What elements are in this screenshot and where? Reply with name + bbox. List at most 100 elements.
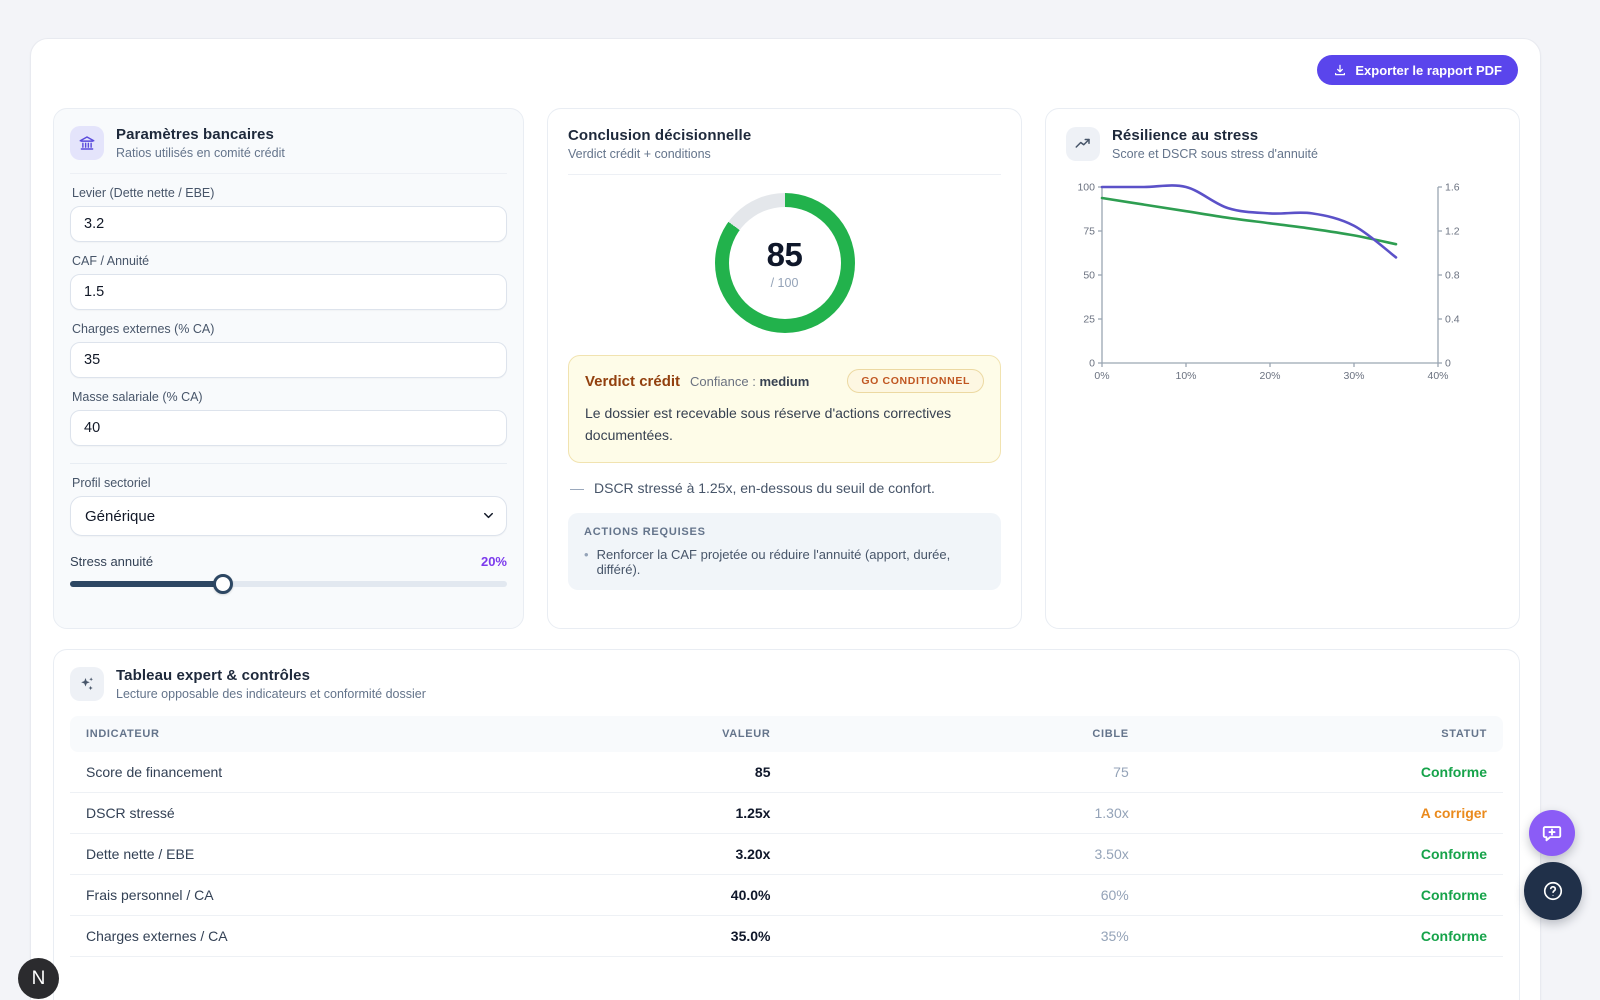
field-label-profil: Profil sectoriel: [72, 476, 151, 490]
verdict-status-badge: GO CONDITIONNEL: [847, 369, 984, 393]
table-cell: 35.0%: [700, 915, 787, 957]
x-tick-label: 30%: [1343, 370, 1364, 382]
table-cell: 3.20x: [700, 833, 787, 875]
panel-subtitle: Ratios utilisés en comité crédit: [116, 146, 285, 160]
panel-title: Paramètres bancaires: [116, 126, 274, 143]
resilience-chart: 0 25 50 75 100 0 0.4 0.8 1.2 1.6 0% 10% 20% 30% 40%: [1066, 175, 1499, 395]
panel-conclusion: Conclusion décisionnelle Verdict crédit …: [547, 108, 1022, 629]
slider-fill: [70, 581, 223, 587]
feedback-fab[interactable]: [1529, 810, 1575, 856]
bullet: •: [584, 546, 589, 562]
y-tick-label: 1.2: [1445, 226, 1460, 238]
brand-letter: N: [31, 967, 46, 989]
gauge-score: 85: [766, 236, 803, 273]
divider: [70, 173, 507, 174]
note-dash: —: [570, 479, 584, 496]
toolbar: Exporter le rapport PDF: [1317, 55, 1518, 85]
chat-plus-icon: [1542, 826, 1562, 842]
table-header-row: INDICATEUR VALEUR CIBLE STATUT: [70, 716, 1503, 752]
expert-table-card: Tableau expert & contrôles Lecture oppos…: [53, 649, 1520, 1000]
table-cell: Dette nette / EBE: [70, 833, 701, 875]
column-header: VALEUR: [700, 716, 787, 752]
panel-title: Conclusion décisionnelle: [568, 127, 752, 144]
table-cell: DSCR stressé: [70, 792, 701, 834]
series-dscr: [1100, 196, 1398, 246]
export-pdf-label: Exporter le rapport PDF: [1355, 62, 1502, 78]
table-title: Tableau expert & contrôles: [116, 667, 311, 684]
sector-profile-select[interactable]: Générique: [70, 496, 507, 536]
verdict-title: Verdict crédit: [585, 372, 681, 390]
panel-title: Résilience au stress: [1112, 127, 1259, 144]
help-fab[interactable]: [1524, 862, 1582, 920]
table-cell: Frais personnel / CA: [70, 874, 701, 916]
action-item: • Renforcer la CAF projetée ou réduire l…: [584, 547, 985, 577]
field-label-levier: Levier (Dette nette / EBE): [72, 186, 215, 200]
x-tick-label: 20%: [1259, 370, 1280, 382]
indicators-table: INDICATEUR VALEUR CIBLE STATUT Score de fin…: [70, 716, 1503, 957]
field-label-charges: Charges externes (% CA): [72, 322, 215, 336]
brand-logo[interactable]: N: [18, 958, 59, 999]
bank-icon: [70, 126, 104, 160]
table-cell: 85: [700, 752, 787, 793]
x-tick-label: 40%: [1427, 370, 1448, 382]
masse-salariale-input[interactable]: [70, 410, 507, 446]
actions-title: ACTIONS REQUISES: [584, 525, 706, 538]
trending-up-icon: [1066, 127, 1100, 161]
y-tick-label: 50: [1083, 270, 1095, 282]
divider: [70, 463, 507, 464]
panel-subtitle: Verdict crédit + conditions: [568, 147, 711, 161]
y-tick-label: 0.4: [1445, 314, 1460, 326]
table-cell: 40.0%: [700, 874, 787, 916]
gauge-denominator: / 100: [770, 276, 799, 290]
table-cell: 1.25x: [700, 792, 787, 834]
export-pdf-button[interactable]: Exporter le rapport PDF: [1317, 55, 1518, 85]
charges-externes-input[interactable]: [70, 342, 507, 378]
y-tick-label: 25: [1083, 314, 1095, 326]
table-cell: Charges externes / CA: [70, 915, 701, 957]
y-tick-label: 75: [1083, 226, 1095, 238]
y-tick-label: 100: [1077, 182, 1095, 194]
caf-annuite-input[interactable]: [70, 274, 507, 310]
panel-bank-params: Paramètres bancaires Ratios utilisés en …: [53, 108, 524, 629]
y-tick-label: 0: [1445, 358, 1451, 370]
levier-input[interactable]: [70, 206, 507, 242]
actions-box: ACTIONS REQUISES • Renforcer la CAF proj…: [568, 512, 1001, 590]
dscr-note: — DSCR stressé à 1.25x, en-dessous du se…: [570, 480, 999, 496]
y-tick-label: 0: [1089, 358, 1095, 370]
verdict-confidence: Confiance : medium: [690, 373, 810, 389]
slider-thumb[interactable]: [212, 574, 233, 594]
x-tick-label: 0%: [1094, 370, 1109, 382]
table-row: Charges externes / CA 35.0% 35% Conforme: [70, 915, 1503, 957]
verdict-message: Le dossier est recevable sous réserve d'…: [585, 405, 952, 444]
panel-subtitle: Score et DSCR sous stress d'annuité: [1112, 147, 1318, 161]
y-tick-label: 1.6: [1445, 182, 1460, 194]
divider: [568, 174, 1001, 175]
table-row: DSCR stressé 1.25x 1.30x A corriger: [70, 792, 1503, 834]
x-tick-label: 10%: [1175, 370, 1196, 382]
panel-resilience: Résilience au stress Score et DSCR sous …: [1045, 108, 1520, 629]
column-header: STATUT: [1144, 716, 1503, 752]
table-cell: 75: [786, 752, 1145, 793]
stress-annuite-slider[interactable]: [70, 574, 507, 594]
field-label-masse: Masse salariale (% CA): [72, 390, 203, 404]
download-icon: [1335, 64, 1346, 76]
column-header: CIBLE: [786, 716, 1145, 752]
table-cell: Score de financement: [70, 752, 701, 793]
table-cell: Conforme: [1144, 915, 1503, 957]
y-tick-label: 0.8: [1445, 270, 1460, 282]
column-header: INDICATEUR: [70, 716, 701, 752]
table-cell: 1.30x: [786, 792, 1145, 834]
note-text: DSCR stressé à 1.25x, en-dessous du seui…: [594, 479, 935, 496]
table-cell: Conforme: [1144, 833, 1503, 875]
field-label-caf: CAF / Annuité: [72, 254, 150, 268]
table-cell: Conforme: [1144, 874, 1503, 916]
stress-slider-label: Stress annuité: [70, 554, 154, 569]
report-card: Exporter le rapport PDF Paramètres banca…: [30, 38, 1541, 1000]
verdict-box: Verdict crédit Confiance : medium GO CON…: [568, 355, 1001, 463]
table-cell: A corriger: [1144, 792, 1503, 834]
question-circle-icon: [1543, 881, 1563, 901]
table-cell: 35%: [786, 915, 1145, 957]
table-row: Frais personnel / CA 40.0% 60% Conforme: [70, 874, 1503, 916]
table-cell: 3.50x: [786, 833, 1145, 875]
stress-slider-value: 20%: [480, 554, 507, 569]
